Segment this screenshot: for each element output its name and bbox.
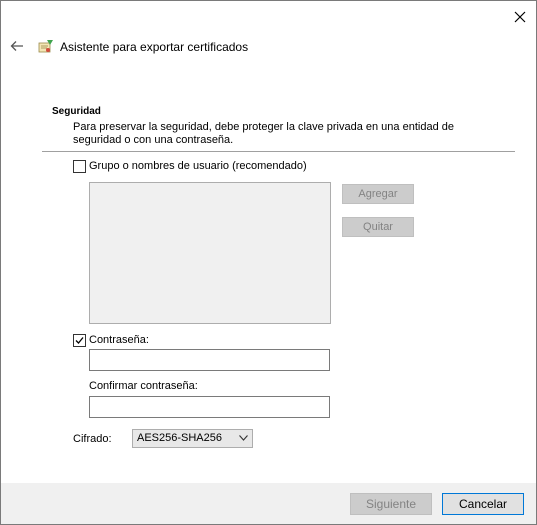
export-certificate-wizard-window: Asistente para exportar certificados Seg…: [0, 0, 537, 525]
encryption-selected-value: AES256-SHA256: [137, 432, 222, 444]
encryption-label: Cifrado:: [73, 433, 112, 445]
header-divider: [42, 151, 515, 152]
wizard-title: Asistente para exportar certificados: [60, 40, 249, 54]
cancel-button[interactable]: Cancelar: [442, 493, 524, 515]
password-input[interactable]: [89, 349, 330, 371]
section-description: Para preservar la seguridad, debe proteg…: [73, 121, 454, 146]
section-heading: Seguridad: [52, 106, 101, 117]
close-icon: [514, 11, 526, 23]
password-checkbox-label[interactable]: Contraseña:: [89, 334, 149, 346]
confirm-password-label: Confirmar contraseña:: [89, 380, 198, 392]
checkmark-icon: [75, 337, 84, 344]
group-checkbox-label[interactable]: Grupo o nombres de usuario (recomendado): [89, 160, 307, 172]
remove-button[interactable]: Quitar: [342, 217, 414, 237]
back-arrow-icon: [10, 41, 23, 51]
back-button[interactable]: [8, 37, 26, 55]
next-button[interactable]: Siguiente: [350, 493, 432, 515]
group-checkbox[interactable]: [73, 160, 86, 173]
chevron-down-icon: [239, 435, 248, 441]
encryption-select[interactable]: AES256-SHA256: [132, 429, 253, 448]
footer-bar: Siguiente Cancelar: [1, 483, 536, 524]
group-user-list[interactable]: [89, 182, 331, 324]
certificate-wizard-icon: [38, 40, 53, 53]
close-button[interactable]: [506, 4, 534, 30]
add-button[interactable]: Agregar: [342, 184, 414, 204]
password-checkbox[interactable]: [73, 334, 86, 347]
confirm-password-input[interactable]: [89, 396, 330, 418]
